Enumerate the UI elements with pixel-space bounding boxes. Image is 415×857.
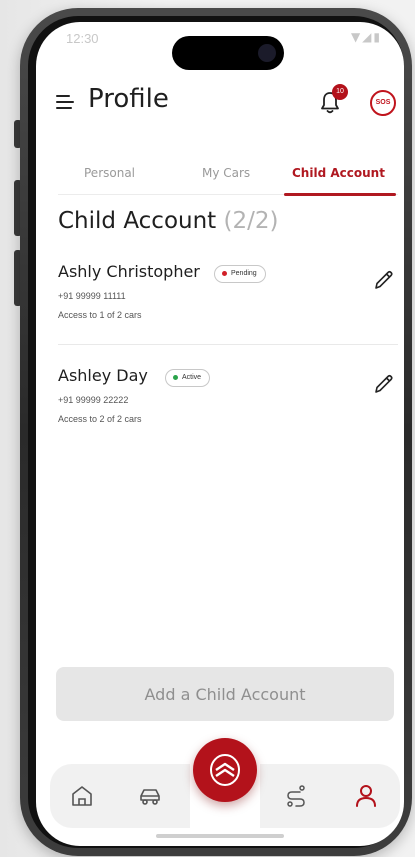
app-screen: 12:30 ▼◢▮ Profile 10 SOS Personal My Car… <box>36 22 404 846</box>
menu-icon[interactable] <box>56 95 74 109</box>
dynamic-island <box>172 36 284 70</box>
child-account-item[interactable]: Ashley Day Active +91 99999 22222 Access… <box>58 362 398 442</box>
profile-icon[interactable] <box>352 782 380 810</box>
add-child-account-button[interactable]: Add a Child Account <box>56 667 394 721</box>
sos-button[interactable]: SOS <box>370 90 396 116</box>
notification-badge: 10 <box>332 84 348 100</box>
brand-chevron-icon <box>210 754 240 786</box>
section-title: Child Account (2/2) <box>58 208 278 234</box>
status-badge: Active <box>165 369 211 387</box>
active-tab-indicator <box>284 193 396 196</box>
tab-personal[interactable]: Personal <box>84 166 135 180</box>
section-count: (2/2) <box>223 208 279 234</box>
account-phone: +91 99999 11111 <box>58 291 126 301</box>
account-access: Access to 1 of 2 cars <box>58 310 142 320</box>
home-indicator <box>156 834 284 838</box>
profile-tabs: Personal My Cars Child Account <box>58 158 398 196</box>
account-name: Ashley Day <box>58 366 148 385</box>
camera-icon <box>258 44 276 62</box>
status-badge: Pending <box>214 265 266 283</box>
tab-my-cars[interactable]: My Cars <box>202 166 250 180</box>
section-title-text: Child Account <box>58 208 217 234</box>
route-icon[interactable] <box>282 782 310 810</box>
scene-background: 12:30 ▼◢▮ Profile 10 SOS Personal My Car… <box>0 0 415 857</box>
status-time: 12:30 <box>66 31 99 46</box>
edit-pencil-icon[interactable] <box>372 268 396 292</box>
home-icon[interactable] <box>68 782 96 810</box>
edit-pencil-icon[interactable] <box>372 372 396 396</box>
app-header: Profile 10 SOS <box>36 78 404 130</box>
account-access: Access to 2 of 2 cars <box>58 414 142 424</box>
account-phone: +91 99999 22222 <box>58 395 129 405</box>
status-icons: ▼◢▮ <box>350 30 382 44</box>
bottom-navigation <box>50 738 400 830</box>
page-title: Profile <box>88 84 169 114</box>
account-name: Ashly Christopher <box>58 262 200 281</box>
tab-child-account[interactable]: Child Account <box>292 166 385 180</box>
car-icon[interactable] <box>136 782 164 810</box>
center-action-button[interactable] <box>193 738 257 802</box>
child-account-item[interactable]: Ashly Christopher Pending +91 99999 1111… <box>58 258 398 345</box>
